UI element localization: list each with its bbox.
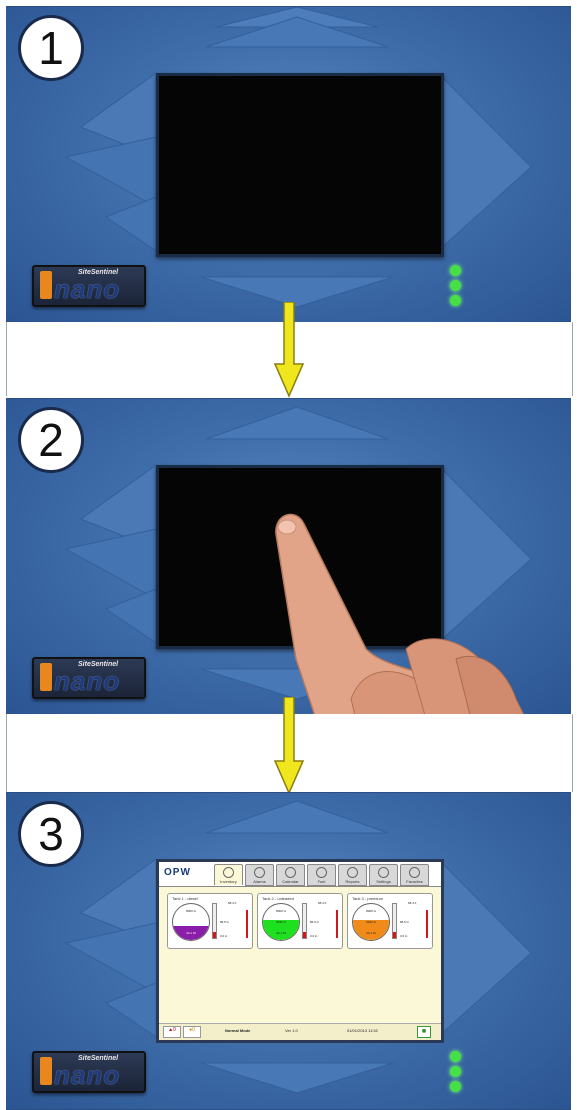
ui-status-bar: ▲0 ●0 Normal Mode Ver 1.0 01/01/2013 11:… <box>159 1023 441 1040</box>
device-screen-ui: OPW Inventory Alarms Calendar Fuel Repor… <box>156 859 444 1043</box>
thermometer-icon <box>392 903 397 939</box>
finger-touch-icon <box>275 513 525 715</box>
ok-button[interactable]: ■ <box>417 1026 431 1038</box>
level-bar <box>336 910 338 938</box>
thermometer-icon <box>302 903 307 939</box>
step-number-badge: 3 <box>18 801 84 867</box>
tank-card[interactable]: Tank 2 - unleaded 8000 G 5432 G 44.1 IN … <box>257 893 343 949</box>
tank-level-gauge: 8000 G 5432 G 44.1 IN <box>172 903 210 941</box>
tab-fuel[interactable]: Fuel <box>307 864 336 886</box>
opw-logo: OPW <box>164 867 191 878</box>
status-leds <box>450 265 462 310</box>
tank-card[interactable]: Tank 3 - premium 8000 G 5432 G 44.1 IN 6… <box>347 893 433 949</box>
alarm-button[interactable]: ▲0 <box>163 1026 181 1038</box>
step-number-badge: 2 <box>18 407 84 473</box>
tab-favorites[interactable]: Favorites <box>400 864 429 886</box>
sitesentinel-nano-logo: SiteSentinel nano <box>32 1051 146 1093</box>
version-label: Ver 1.0 <box>285 1028 298 1033</box>
ui-header: OPW Inventory Alarms Calendar Fuel Repor… <box>159 862 441 887</box>
tab-settings[interactable]: Settings <box>369 864 398 886</box>
down-arrow-icon <box>274 697 304 795</box>
status-leds <box>450 1051 462 1096</box>
tank-level-gauge: 8000 G 5432 G 44.1 IN <box>262 903 300 941</box>
led-icon <box>450 295 461 306</box>
led-icon <box>450 1081 461 1092</box>
datetime-label: 01/01/2013 11:52 <box>347 1028 378 1033</box>
sitesentinel-nano-logo: SiteSentinel nano <box>32 657 146 699</box>
tank-card[interactable]: Tank 1 - diesel 8000 G 5432 G 44.1 IN 68… <box>167 893 253 949</box>
led-icon <box>450 265 461 276</box>
led-icon <box>450 1066 461 1077</box>
led-icon <box>450 1051 461 1062</box>
tab-calendar[interactable]: Calendar <box>276 864 305 886</box>
tank-level-gauge: 8000 G 5432 G 44.1 IN <box>352 903 390 941</box>
tab-reports[interactable]: Reports <box>338 864 367 886</box>
thermometer-icon <box>212 903 217 939</box>
device-screen[interactable] <box>156 73 444 257</box>
warning-button[interactable]: ●0 <box>183 1026 201 1038</box>
device-panel-step-3: 3 OPW Inventory Alarms Calendar Fuel Rep… <box>6 792 571 1110</box>
device-panel-step-1: 1 SiteSentinel nano <box>6 6 571 324</box>
mode-label: Normal Mode <box>225 1028 251 1033</box>
tab-bar: Inventory Alarms Calendar Fuel Reports S… <box>214 864 431 886</box>
step-number-badge: 1 <box>18 15 84 81</box>
level-bar <box>426 910 428 938</box>
tab-inventory[interactable]: Inventory <box>214 864 243 885</box>
level-bar <box>246 910 248 938</box>
tab-alarms[interactable]: Alarms <box>245 864 274 886</box>
down-arrow-icon <box>274 302 304 398</box>
led-icon <box>450 280 461 291</box>
sitesentinel-nano-logo: SiteSentinel nano <box>32 265 146 307</box>
device-panel-step-2: 2 SiteSentinel nano <box>6 398 571 716</box>
